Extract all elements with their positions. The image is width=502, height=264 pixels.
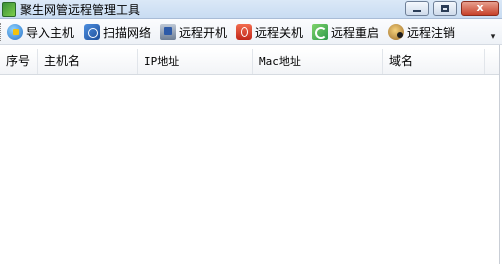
close-button[interactable]: x	[461, 1, 499, 16]
remote-logoff-button[interactable]: 远程注销	[388, 22, 455, 42]
maximize-icon	[441, 5, 449, 12]
toolbar: 导入主机 扫描网络 远程开机 远程关机 远程重启 远程注销	[0, 19, 502, 45]
column-header-ip[interactable]: IP地址	[138, 49, 253, 74]
toolbar-overflow-chevron-icon[interactable]: ▾	[488, 31, 498, 43]
column-header-hostname[interactable]: 主机名	[38, 49, 138, 74]
list-header-filler	[485, 49, 499, 75]
remote-restart-button[interactable]: 远程重启	[312, 22, 379, 42]
minimize-icon	[413, 10, 421, 12]
list-header: 序号 主机名 IP地址 Mac地址 域名	[0, 49, 485, 75]
network-scan-icon	[84, 24, 100, 40]
remote-logoff-label: 远程注销	[407, 25, 456, 40]
minimize-button[interactable]	[405, 1, 429, 16]
import-hosts-button[interactable]: 导入主机	[7, 22, 74, 42]
remote-power-on-label: 远程开机	[179, 25, 228, 40]
power-on-icon	[160, 24, 176, 40]
remote-shutdown-label: 远程关机	[255, 25, 304, 40]
close-icon: x	[476, 1, 484, 14]
window-title: 聚生网管远程管理工具	[20, 3, 141, 17]
scan-network-label: 扫描网络	[103, 25, 152, 40]
restart-icon	[312, 24, 328, 40]
column-header-domain[interactable]: 域名	[383, 49, 485, 74]
power-off-icon	[236, 24, 252, 40]
title-bar: 聚生网管远程管理工具 x	[0, 0, 502, 19]
logoff-icon	[388, 24, 404, 40]
remote-restart-label: 远程重启	[331, 25, 380, 40]
host-list[interactable]: 序号 主机名 IP地址 Mac地址 域名	[0, 45, 500, 264]
app-icon	[2, 2, 16, 17]
column-header-mac[interactable]: Mac地址	[253, 49, 383, 74]
remote-shutdown-button[interactable]: 远程关机	[236, 22, 303, 42]
maximize-button[interactable]	[433, 1, 457, 16]
remote-power-on-button[interactable]: 远程开机	[160, 22, 227, 42]
column-header-index[interactable]: 序号	[0, 49, 38, 74]
globe-import-icon	[7, 24, 23, 40]
import-hosts-label: 导入主机	[26, 25, 75, 40]
scan-network-button[interactable]: 扫描网络	[84, 22, 151, 42]
toolbar-grip[interactable]	[0, 23, 4, 41]
